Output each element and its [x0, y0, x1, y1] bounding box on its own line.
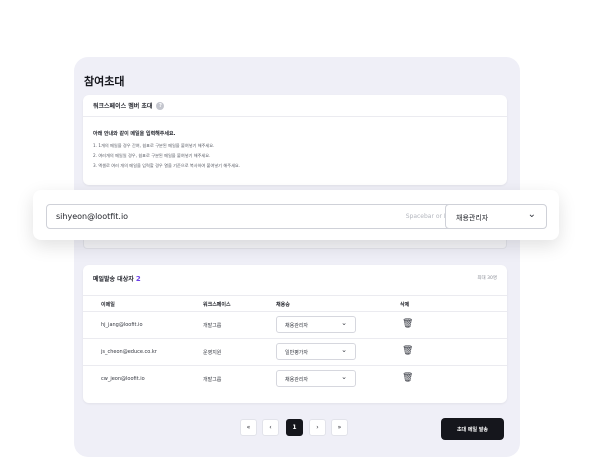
email-input[interactable]: sihyeon@lootfit.io Spacebar or Enter	[46, 204, 471, 229]
recipients-title-label: 메일발송 대상자	[93, 276, 134, 283]
email-input-value: sihyeon@lootfit.io	[56, 212, 129, 221]
chevron-down-icon: ⌄	[341, 319, 347, 327]
guide-line-2: 2. 여러개의 메일일 경우, 쉼표로 구분된 메일을 붙여넣기 해주세요.	[93, 153, 211, 158]
recipients-card: 메일발송 대상자 2 최대 30명 이메일 워크스페이스 채용승 삭제 hj_j…	[83, 265, 507, 403]
row-workspace: 운영지원	[203, 350, 222, 356]
table-header: 이메일 워크스페이스 채용승 삭제	[83, 295, 507, 312]
role-select[interactable]: 채용관리자 ⌄	[445, 204, 547, 229]
row-email: hj_jang@loofit.io	[101, 322, 143, 328]
invite-guide-header: 워크스페이스 멤버 초대 ?	[83, 95, 507, 117]
row-workspace: 개발그룹	[203, 323, 222, 329]
role-select[interactable]: 일반평가자 ⌄	[276, 343, 356, 360]
trash-icon[interactable]: 🗑	[402, 373, 413, 383]
column-role: 채용승	[276, 302, 290, 308]
guide-line-3: 3. 엑셀로 여러 개의 메일을 입력할 경우 열을 기준으로 복사하여 붙여넣…	[93, 163, 241, 168]
pagination-first-button[interactable]: «	[240, 419, 257, 436]
chevron-down-icon: ⌄	[341, 346, 347, 354]
row-email: js_cheon@educe.co.kr	[101, 349, 157, 355]
role-select[interactable]: 채용관리자 ⌄	[276, 370, 356, 387]
table-row: hj_jang@loofit.io 개발그룹 채용관리자 ⌄ 🗑	[83, 313, 507, 339]
column-delete: 삭제	[400, 302, 410, 308]
guide-line-1: 1. 1개의 메일을 경우 간여, 쉼표로 구분된 메일을 붙여넣기 해주세요.	[93, 143, 215, 148]
pagination-page-button[interactable]: 1	[286, 419, 303, 436]
row-email: cw_jeon@loofit.io	[101, 376, 145, 382]
guide-title: 아래 안내와 같이 메일을 입력해주세요.	[93, 131, 176, 137]
role-select[interactable]: 채용관리자 ⌄	[276, 316, 356, 333]
invite-panel: 참여초대 워크스페이스 멤버 초대 ? 아래 안내와 같이 메일을 입력해주세요…	[74, 57, 520, 457]
role-select-value: 일반평가자	[285, 350, 309, 356]
pagination-prev-button[interactable]: ‹	[262, 419, 279, 436]
pagination-next-button[interactable]: ›	[309, 419, 326, 436]
chevron-down-icon: ⌄	[341, 373, 347, 381]
table-row: js_cheon@educe.co.kr 운영지원 일반평가자 ⌄ 🗑	[83, 340, 507, 366]
row-workspace: 개발그룹	[203, 377, 222, 383]
role-select-value: 채용관리자	[285, 377, 309, 383]
recipients-count: 2	[135, 275, 141, 283]
role-select-value: 채용관리자	[285, 323, 309, 329]
chevron-down-icon: ⌄	[527, 209, 536, 220]
email-entry-popover: sihyeon@lootfit.io Spacebar or Enter 채용관…	[33, 190, 559, 240]
question-icon[interactable]: ?	[156, 101, 165, 110]
send-invite-button[interactable]: 초대 메일 발송	[441, 418, 504, 440]
trash-icon[interactable]: 🗑	[402, 319, 413, 329]
column-workspace: 워크스페이스	[203, 302, 231, 308]
table-row: cw_jeon@loofit.io 개발그룹 채용관리자 ⌄ 🗑	[83, 367, 507, 393]
recipients-title: 메일발송 대상자 2	[93, 274, 141, 283]
recipients-max: 최대 30명	[477, 276, 497, 281]
page-title: 참여초대	[84, 75, 125, 88]
pagination-last-button[interactable]: »	[331, 419, 348, 436]
trash-icon[interactable]: 🗑	[402, 346, 413, 356]
invite-guide-title: 워크스페이스 멤버 초대	[93, 103, 153, 110]
invite-guide-card: 워크스페이스 멤버 초대 ? 아래 안내와 같이 메일을 입력해주세요. 1. …	[83, 95, 507, 185]
role-select-value: 채용관리자	[456, 214, 489, 222]
column-email: 이메일	[101, 302, 115, 308]
